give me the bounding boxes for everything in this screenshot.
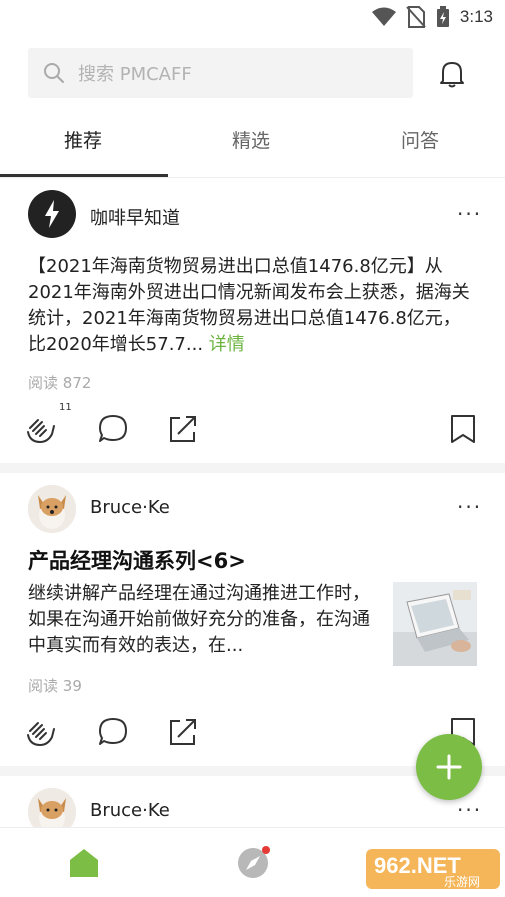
plus-icon (436, 754, 462, 780)
card-divider (0, 463, 505, 473)
author-name[interactable]: 咖啡早知道 (90, 204, 180, 230)
add-post-button[interactable] (416, 734, 482, 800)
dog-photo-icon (28, 788, 76, 827)
more-options-icon[interactable]: ··· (457, 495, 482, 519)
avatar[interactable] (28, 485, 76, 533)
comment-icon[interactable] (96, 412, 130, 446)
more-options-icon[interactable]: ··· (457, 202, 482, 226)
tab-featured[interactable]: 精选 (232, 126, 270, 153)
read-label: 阅读 (28, 677, 59, 695)
search-placeholder: 搜索 PMCAFF (78, 64, 192, 85)
tab-indicator (0, 174, 168, 177)
post-thumbnail[interactable] (393, 582, 477, 666)
svg-text:乐游网: 乐游网 (444, 875, 480, 889)
post-excerpt[interactable]: 继续讲解产品经理在通过沟通推进工作时，如果在沟通开始前做好充分的准备，在沟通中真… (28, 581, 373, 659)
dog-photo-icon (28, 485, 76, 533)
share-icon[interactable] (166, 412, 200, 446)
detail-link[interactable]: 详情 (209, 334, 245, 355)
share-icon[interactable] (166, 715, 200, 749)
read-value: 39 (62, 677, 82, 695)
site-watermark: 962.NET 乐游网 (366, 845, 500, 893)
author-name[interactable]: Bruce·Ke (90, 497, 170, 518)
more-options-icon[interactable]: ··· (457, 798, 482, 822)
bookmark-icon[interactable] (446, 412, 480, 446)
home-icon[interactable] (67, 846, 101, 880)
post-body: 【2021年海南货物贸易进出口总值1476.8亿元】从2021年海南外贸进出口情… (28, 256, 470, 355)
post-text[interactable]: 【2021年海南货物贸易进出口总值1476.8亿元】从2021年海南外贸进出口情… (28, 254, 478, 358)
wifi-icon (371, 7, 396, 26)
status-bar: 3:13 (0, 0, 505, 34)
feed-card[interactable]: 咖啡早知道 ··· 【2021年海南货物贸易进出口总值1476.8亿元】从202… (0, 180, 505, 463)
author-name[interactable]: Bruce·Ke (90, 800, 170, 821)
read-value: 872 (62, 374, 92, 392)
feed-tabs: 推荐 精选 问答 (0, 112, 505, 178)
avatar[interactable] (28, 190, 76, 238)
watermark-logo: 962.NET 乐游网 (366, 849, 500, 889)
battery-charging-icon (436, 6, 449, 27)
search-input[interactable]: 搜索 PMCAFF (28, 48, 413, 98)
avatar[interactable] (28, 788, 76, 827)
search-icon (44, 63, 64, 83)
laptop-photo-icon (393, 582, 477, 666)
read-count: 阅读 872 (28, 372, 91, 393)
clap-icon[interactable] (24, 412, 58, 446)
clock: 3:13 (459, 7, 493, 26)
compass-icon[interactable] (236, 846, 270, 880)
feed-card[interactable]: Bruce·Ke ··· 产品经理沟通系列<6> 继续讲解产品经理在通过沟通推进… (0, 473, 505, 766)
post-title[interactable]: 产品经理沟通系列<6> (28, 545, 246, 575)
read-label: 阅读 (28, 374, 59, 392)
clap-count: 11 (59, 402, 72, 413)
read-count: 阅读 39 (28, 675, 82, 696)
tab-recommended[interactable]: 推荐 (64, 126, 102, 153)
no-sim-icon (406, 6, 426, 28)
lightning-icon (45, 200, 59, 228)
tab-qa[interactable]: 问答 (401, 126, 439, 153)
notification-bell-icon[interactable] (436, 58, 468, 90)
comment-icon[interactable] (96, 715, 130, 749)
clap-icon[interactable] (24, 715, 58, 749)
